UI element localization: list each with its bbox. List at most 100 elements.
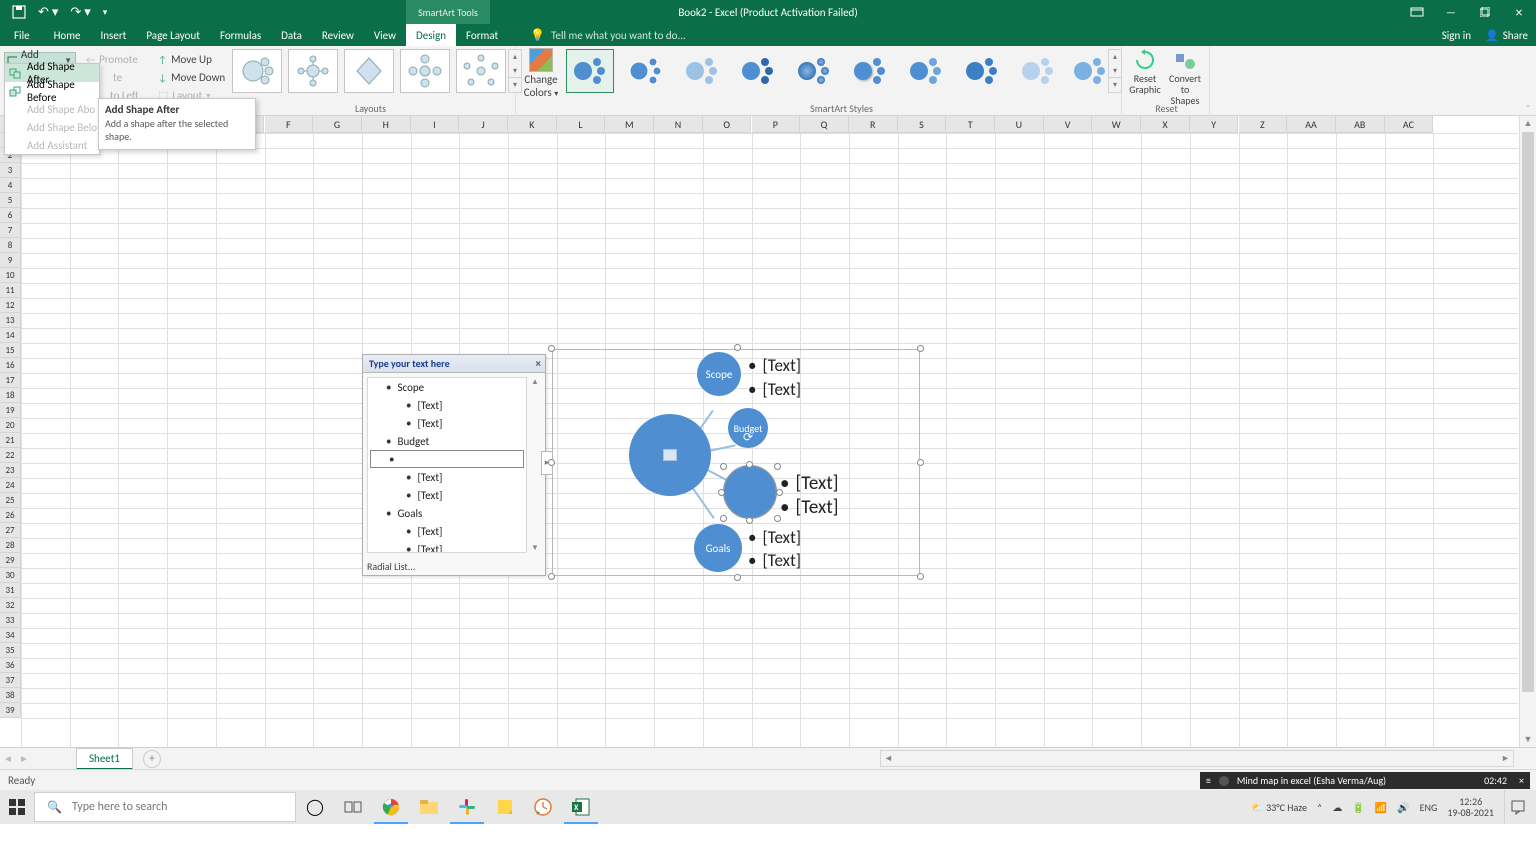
vertical-scrollbar[interactable]: ▲▼ xyxy=(1519,116,1536,747)
battery-icon[interactable]: 🔋 xyxy=(1352,801,1364,814)
text-pane-item[interactable]: •[Text] xyxy=(368,396,526,414)
row-header[interactable]: 7 xyxy=(0,223,21,238)
column-header[interactable]: N xyxy=(654,116,703,133)
column-header[interactable]: AC xyxy=(1385,116,1434,133)
smartart-bullet[interactable]: •[Text] xyxy=(748,355,801,376)
tab-nav-next[interactable]: ► xyxy=(16,752,32,765)
chrome-icon[interactable] xyxy=(372,790,410,824)
row-header[interactable]: 30 xyxy=(0,568,21,583)
smartart-bullet[interactable]: •[Text] xyxy=(748,550,801,571)
tab-view[interactable]: View xyxy=(364,24,406,46)
overlay-close-icon[interactable]: × xyxy=(1519,774,1524,787)
file-explorer-icon[interactable] xyxy=(410,790,448,824)
row-header[interactable]: 32 xyxy=(0,598,21,613)
redo-icon[interactable]: ↷ ▾ xyxy=(70,5,90,20)
smartart-bullet[interactable]: •[Text] xyxy=(780,472,839,495)
convert-to-shapes-button[interactable]: Convertto Shapes xyxy=(1166,48,1204,106)
text-pane-scrollbar[interactable]: ▲▼ xyxy=(529,377,541,553)
smartart-bullet[interactable]: •[Text] xyxy=(780,496,839,519)
column-header[interactable]: V xyxy=(1044,116,1093,133)
tab-formulas[interactable]: Formulas xyxy=(210,24,271,46)
undo-icon[interactable]: ↶ ▾ xyxy=(38,5,58,20)
style-option-2[interactable] xyxy=(622,49,670,93)
row-header[interactable]: 26 xyxy=(0,508,21,523)
row-header[interactable]: 10 xyxy=(0,268,21,283)
style-option-7[interactable] xyxy=(902,49,950,93)
column-header[interactable]: O xyxy=(703,116,752,133)
tab-nav-prev[interactable]: ◄ xyxy=(0,752,16,765)
layout-option-3[interactable] xyxy=(344,49,394,93)
row-header[interactable]: 3 xyxy=(0,163,21,178)
style-option-3[interactable] xyxy=(678,49,726,93)
row-header[interactable]: 17 xyxy=(0,373,21,388)
qat-customize-icon[interactable]: ▾ xyxy=(103,7,108,18)
sticky-notes-icon[interactable] xyxy=(486,790,524,824)
ribbon-options-icon[interactable] xyxy=(1400,0,1434,24)
tab-file[interactable]: File xyxy=(0,24,44,46)
row-header[interactable]: 25 xyxy=(0,493,21,508)
row-header[interactable]: 35 xyxy=(0,643,21,658)
row-header[interactable]: 31 xyxy=(0,583,21,598)
row-header[interactable]: 16 xyxy=(0,358,21,373)
column-header[interactable]: S xyxy=(898,116,947,133)
tray-chevron-icon[interactable]: ˄ xyxy=(1317,801,1322,814)
row-header[interactable]: 29 xyxy=(0,553,21,568)
row-header[interactable]: 24 xyxy=(0,478,21,493)
save-icon[interactable] xyxy=(12,5,26,19)
slack-icon[interactable] xyxy=(448,790,486,824)
style-option-9[interactable] xyxy=(1014,49,1062,93)
row-header[interactable]: 12 xyxy=(0,298,21,313)
change-colors-button[interactable]: ChangeColors ▾ xyxy=(522,48,560,104)
row-header[interactable]: 20 xyxy=(0,418,21,433)
text-pane-item[interactable]: •[Text] xyxy=(368,522,526,540)
row-header[interactable]: 15 xyxy=(0,343,21,358)
column-header[interactable]: U xyxy=(995,116,1044,133)
style-option-1[interactable] xyxy=(566,49,614,93)
smartart-bullet[interactable]: •[Text] xyxy=(748,379,801,400)
smartart-node-selected[interactable] xyxy=(724,466,776,518)
style-option-5[interactable] xyxy=(790,49,838,93)
column-header[interactable]: H xyxy=(362,116,411,133)
language-indicator[interactable]: ENG xyxy=(1420,801,1438,814)
smartart-text-pane[interactable]: Type your text here× •Scope•[Text]•[Text… xyxy=(362,354,546,576)
maximize-button[interactable] xyxy=(1468,0,1502,24)
column-header[interactable]: L xyxy=(557,116,606,133)
tab-format[interactable]: Format xyxy=(456,24,508,46)
sheet-tab-1[interactable]: Sheet1 xyxy=(76,748,133,770)
row-header[interactable]: 8 xyxy=(0,238,21,253)
row-header[interactable]: 28 xyxy=(0,538,21,553)
column-header[interactable]: W xyxy=(1092,116,1141,133)
row-header[interactable]: 39 xyxy=(0,703,21,718)
style-option-10[interactable] xyxy=(1066,49,1114,93)
row-header[interactable]: 34 xyxy=(0,628,21,643)
layout-option-2[interactable] xyxy=(288,49,338,93)
column-header[interactable]: Y xyxy=(1190,116,1239,133)
row-header[interactable]: 6 xyxy=(0,208,21,223)
tab-data[interactable]: Data xyxy=(271,24,312,46)
clock-app-icon[interactable] xyxy=(524,790,562,824)
task-view-icon[interactable] xyxy=(334,790,372,824)
column-header[interactable]: F xyxy=(265,116,314,133)
column-header[interactable]: K xyxy=(508,116,557,133)
rotate-handle-icon[interactable]: ⟳ xyxy=(743,430,753,445)
text-pane-item[interactable]: •[Text] xyxy=(368,486,526,504)
tab-page-layout[interactable]: Page Layout xyxy=(136,24,210,46)
tab-review[interactable]: Review xyxy=(312,24,364,46)
text-pane-item[interactable]: •Budget xyxy=(368,432,526,450)
smartart-node-budget[interactable]: Budget⟳ xyxy=(728,408,768,448)
row-header[interactable]: 27 xyxy=(0,523,21,538)
text-pane-close-icon[interactable]: × xyxy=(536,357,541,370)
style-option-4[interactable] xyxy=(734,49,782,93)
sign-in-link[interactable]: Sign in xyxy=(1442,29,1471,42)
column-header[interactable]: G xyxy=(313,116,362,133)
tab-home[interactable]: Home xyxy=(44,24,91,46)
row-header[interactable]: 38 xyxy=(0,688,21,703)
smartart-center-circle[interactable] xyxy=(629,414,711,496)
style-option-6[interactable] xyxy=(846,49,894,93)
row-header[interactable]: 33 xyxy=(0,613,21,628)
style-option-8[interactable] xyxy=(958,49,1006,93)
start-button[interactable] xyxy=(0,790,34,824)
smartart-node-goals[interactable]: Goals xyxy=(694,524,742,572)
column-header[interactable]: Z xyxy=(1239,116,1288,133)
text-pane-item[interactable]: •Goals xyxy=(368,504,526,522)
